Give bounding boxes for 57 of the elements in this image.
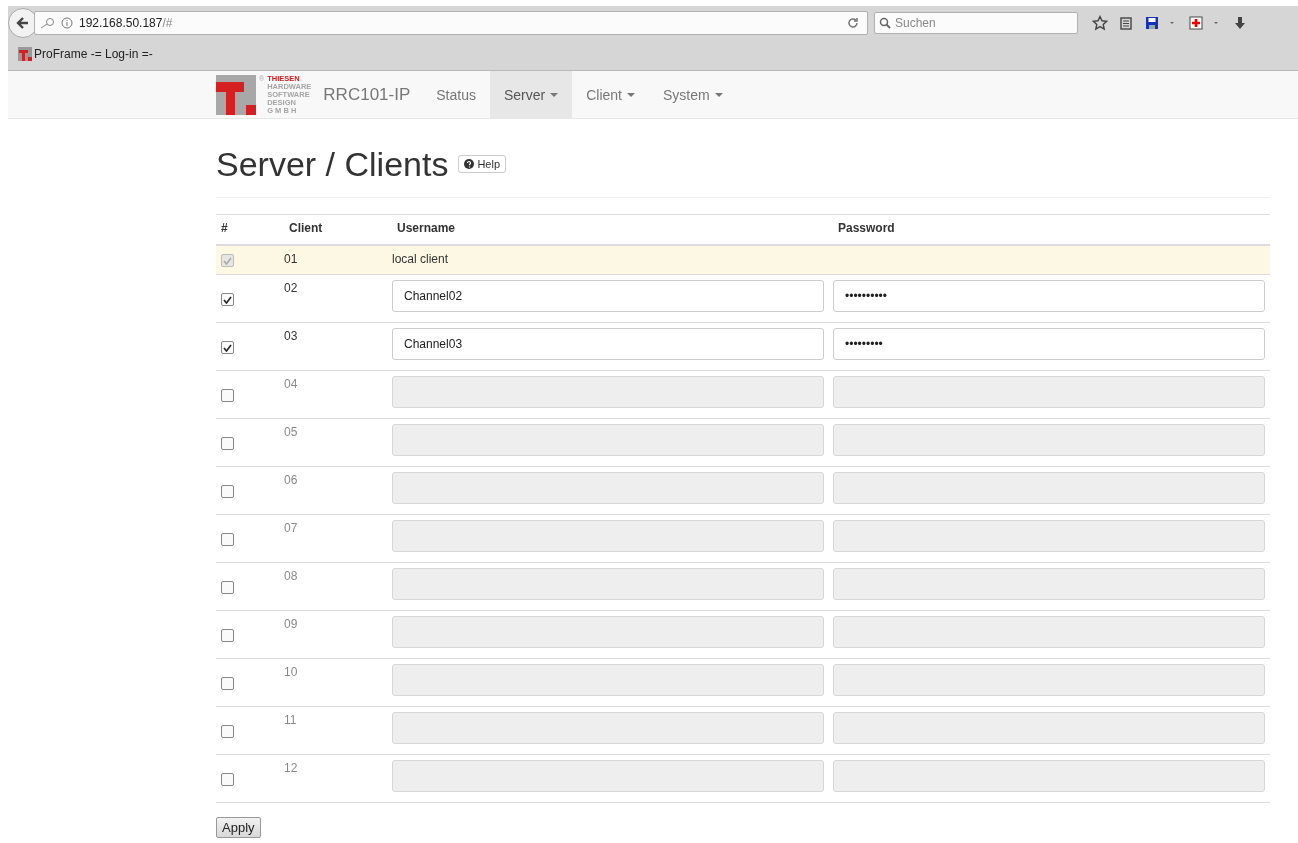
- reload-icon[interactable]: [847, 17, 859, 29]
- password-field[interactable]: •••••••••: [833, 328, 1265, 360]
- star-icon[interactable]: [1092, 15, 1108, 31]
- nav-item[interactable]: Client: [572, 71, 649, 118]
- client-number: 11: [284, 712, 297, 727]
- url-text: 192.168.50.187/#: [79, 16, 173, 30]
- nav-item[interactable]: Server: [489, 71, 573, 118]
- checkbox[interactable]: [221, 485, 234, 498]
- client-number: 05: [284, 424, 298, 439]
- checkbox[interactable]: [221, 341, 234, 354]
- client-number: 09: [284, 616, 298, 631]
- address-bar[interactable]: 192.168.50.187/#: [34, 11, 868, 35]
- checkbox[interactable]: [221, 581, 234, 594]
- question-icon: [464, 159, 475, 169]
- logo-icon: [216, 74, 256, 115]
- clipboard-icon[interactable]: [1118, 15, 1134, 31]
- arrow-left-icon: [16, 16, 30, 30]
- username-field[interactable]: Channel03: [392, 328, 824, 360]
- search-field[interactable]: Suchen: [874, 12, 1078, 34]
- page-title: Server / Clients: [216, 144, 449, 184]
- column-header: Username: [396, 220, 457, 237]
- client-number: 10: [284, 664, 298, 679]
- client-number: 07: [284, 520, 298, 535]
- first-aid-icon[interactable]: [1188, 15, 1204, 31]
- client-number: 04: [284, 376, 298, 391]
- checkbox[interactable]: [221, 629, 234, 642]
- checkbox[interactable]: [221, 389, 234, 402]
- nav-item[interactable]: Status: [422, 71, 490, 118]
- help-button[interactable]: Help: [458, 155, 507, 173]
- nav-item[interactable]: System: [649, 71, 737, 118]
- column-header: #: [220, 220, 229, 237]
- checkbox[interactable]: [221, 773, 234, 786]
- checkbox[interactable]: [221, 533, 234, 546]
- password-field[interactable]: ••••••••••: [833, 280, 1265, 312]
- client-number: 06: [284, 472, 298, 487]
- checkbox[interactable]: [221, 293, 234, 306]
- client-number: 01: [284, 251, 298, 266]
- checkbox[interactable]: [221, 254, 234, 267]
- checkbox[interactable]: [221, 677, 234, 690]
- download-icon[interactable]: [1232, 15, 1248, 31]
- client-number: 08: [284, 568, 298, 583]
- column-header: Password: [837, 220, 896, 237]
- logo-icon: [18, 47, 32, 61]
- username-field[interactable]: Channel02: [392, 280, 824, 312]
- apply-button[interactable]: Apply: [216, 817, 261, 838]
- search-icon: [879, 17, 891, 29]
- bookmark-item[interactable]: ProFrame -= Log-in =-: [8, 40, 1298, 68]
- checkbox[interactable]: [221, 725, 234, 738]
- username-text: local client: [392, 251, 449, 268]
- client-number: 02: [284, 280, 298, 295]
- key-icon: [39, 17, 55, 29]
- column-header: Client: [288, 220, 324, 237]
- info-icon[interactable]: [61, 17, 73, 29]
- client-number: 03: [284, 328, 298, 343]
- client-number: 12: [284, 760, 298, 775]
- checkbox[interactable]: [221, 437, 234, 450]
- brand-name[interactable]: RRC101-IP: [323, 84, 411, 105]
